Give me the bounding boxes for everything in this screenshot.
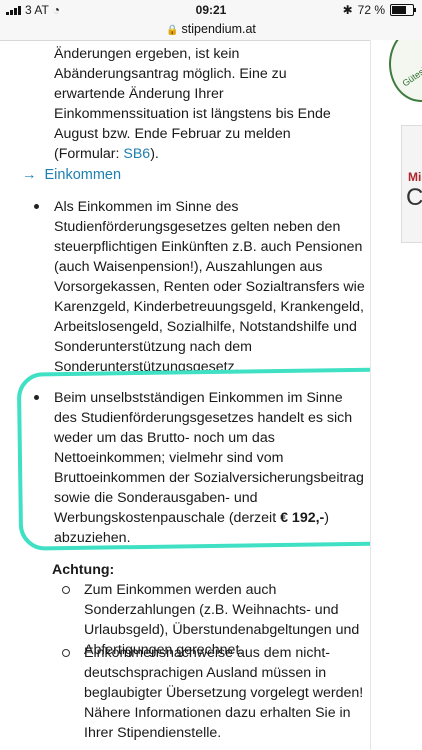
top-line-2: Abänderungsantrag möglich. Eine zu [54,66,287,82]
battery-icon [390,4,416,16]
section-link-label: Einkommen [44,167,122,183]
top-line-5: August bzw. Ende Februar zu melden [54,126,291,142]
ad-text-2: C [406,184,422,211]
einkommen-section-link[interactable]: → Einkommen [22,165,121,185]
achtung-heading: Achtung: [52,562,115,578]
page-content: Änderungen ergeben, ist kein Abänderungs… [0,40,370,750]
ad-text-1: Mi [408,170,422,184]
battery-percent: 72 % [357,3,385,17]
bullet-dot [34,395,39,400]
pauschale-amount: € 192,- [280,510,325,526]
top-line-1: Änderungen ergeben, ist kein [54,46,240,62]
battery-fill [392,6,406,14]
lock-icon: 🔒 [166,25,179,36]
bullet-text: Als Einkommen im Sinne des Studienförder… [54,199,365,375]
sb6-link[interactable]: SB6 [123,146,150,162]
top-line-6: (Formular: SB6). [54,144,359,164]
bullet-dot [34,204,39,209]
circle-bullet-icon [62,649,70,657]
bluetooth-icon: ✱ [342,3,353,17]
formular-suffix: ). [150,146,159,162]
quality-seal-logo: Gütesi [389,40,422,102]
ad-card[interactable]: Mi C [401,125,422,243]
bullet2-text: Beim unselbstständigen Einkommen im Sinn… [54,390,364,526]
circle-bullet-icon [62,586,70,594]
status-bar: 3 AT ◔ 09:21 ✱ 72 % [0,0,422,20]
arrow-right-icon: → [22,167,37,183]
top-paragraph: Änderungen ergeben, ist kein Abänderungs… [54,44,359,164]
status-right: ✱ 72 % [342,3,416,17]
seal-text: Gütesi [400,65,422,89]
ad-sidebar[interactable]: Gütesi Mi C [370,40,422,750]
top-line-3: erwartende Änderung Ihrer [54,86,224,102]
address-bar[interactable]: 🔒 stipendium.at [0,20,422,41]
url-text: stipendium.at [181,22,256,36]
bullet-text: Beim unselbstständigen Einkommen im Sinn… [54,388,369,548]
sub-item-text: Einkommensnachweise aus dem nicht-deutsc… [84,645,364,741]
formular-prefix: (Formular: [54,146,124,162]
top-line-4: Einkommenssituation ist längstens bis En… [54,106,331,122]
